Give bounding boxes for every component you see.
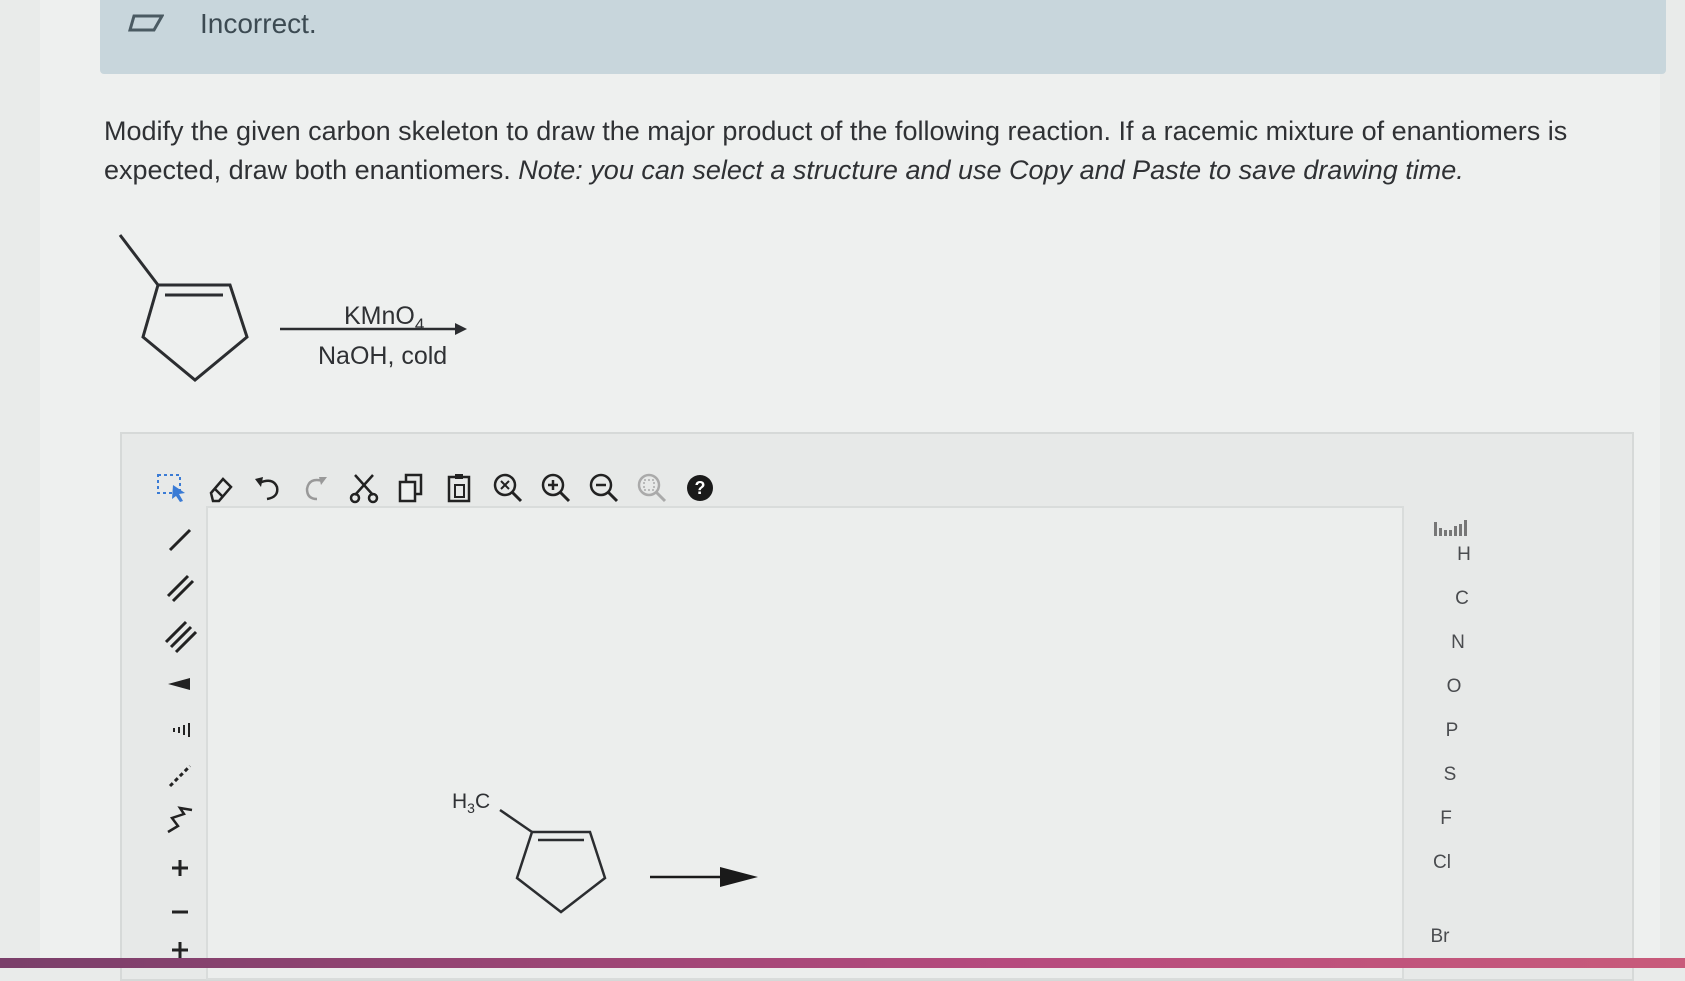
wedge-bond-tool[interactable] [158, 664, 202, 704]
element-c[interactable]: C [1442, 588, 1482, 610]
zoom-fit-button[interactable] [630, 466, 674, 510]
element-o[interactable]: O [1434, 676, 1474, 698]
element-n[interactable]: N [1438, 632, 1478, 654]
paste-icon [447, 474, 471, 503]
help-button[interactable]: ? [678, 466, 722, 510]
help-icon: ? [687, 475, 713, 501]
minus-icon [172, 910, 188, 914]
element-h[interactable]: H [1444, 544, 1484, 566]
zoom-in-button[interactable] [534, 466, 578, 510]
dashed-bond-tool[interactable] [158, 756, 202, 796]
element-f[interactable]: F [1426, 808, 1466, 830]
single-bond-tool[interactable] [158, 520, 202, 560]
zoom-fit-icon [637, 473, 667, 503]
element-br[interactable]: Br [1420, 926, 1460, 948]
chain-icon [167, 806, 193, 834]
undo-button[interactable] [246, 466, 290, 510]
erase-tool-button[interactable] [198, 466, 242, 510]
redo-button[interactable] [294, 466, 338, 510]
zoom-reset-button[interactable] [486, 466, 530, 510]
dashed-bond-icon [168, 764, 192, 788]
double-bond-icon [166, 574, 195, 603]
chain-tool[interactable] [158, 802, 202, 842]
triple-bond-tool[interactable] [158, 616, 202, 656]
methyl-c: C [474, 790, 491, 813]
triple-bond-icon [164, 620, 198, 654]
element-p[interactable]: P [1432, 720, 1472, 742]
taskbar-strip [0, 958, 1685, 968]
negative-charge-tool[interactable] [158, 892, 202, 932]
copy-button[interactable] [390, 466, 434, 510]
zoom-out-icon [589, 473, 619, 503]
positive-charge-tool[interactable] [158, 848, 202, 888]
zoom-reset-icon [493, 473, 523, 503]
reactant-structure [118, 234, 467, 382]
feedback-banner [100, 0, 1666, 74]
plus-icon [172, 860, 188, 876]
double-bond-tool[interactable] [158, 568, 202, 608]
methyl-h: H [452, 790, 468, 813]
methyl-label: H3C [452, 790, 490, 816]
question-text: Modify the given carbon skeleton to draw… [104, 112, 1624, 190]
wedge-bond-icon [168, 678, 190, 690]
scissors-icon [349, 474, 379, 504]
zoom-in-icon [541, 473, 571, 503]
feedback-text: Incorrect. [200, 8, 317, 39]
reagent-top-subscript: 4 [414, 315, 425, 334]
methyl-subscript: 3 [467, 800, 475, 817]
incorrect-icon [128, 14, 164, 32]
paste-button[interactable] [438, 466, 482, 510]
element-palette: H C N O P S F Cl Br [1400, 506, 1490, 968]
hash-bond-tool[interactable] [158, 710, 202, 750]
element-s[interactable]: S [1430, 764, 1470, 786]
bond-toolbar [150, 520, 210, 970]
element-cl[interactable]: Cl [1422, 852, 1462, 874]
cut-button[interactable] [342, 466, 386, 510]
select-icon [157, 474, 185, 502]
single-bond-icon [168, 528, 192, 552]
hash-bond-icon [173, 723, 190, 737]
question-note: Note: you can select a structure and use… [518, 155, 1464, 185]
zoom-out-button[interactable] [582, 466, 626, 510]
canvas-structure[interactable] [440, 780, 780, 930]
redo-icon [305, 477, 327, 501]
copy-icon [398, 473, 423, 503]
reagent-top: KMnO4 [344, 302, 424, 335]
select-tool-button[interactable] [150, 466, 194, 510]
eraser-icon [209, 477, 233, 503]
drawing-canvas[interactable] [206, 506, 1404, 980]
svg-text:?: ? [695, 478, 706, 498]
reagent-top-label: KMnO [344, 302, 415, 330]
reagent-bottom: NaOH, cold [318, 342, 448, 370]
undo-icon [255, 477, 279, 501]
